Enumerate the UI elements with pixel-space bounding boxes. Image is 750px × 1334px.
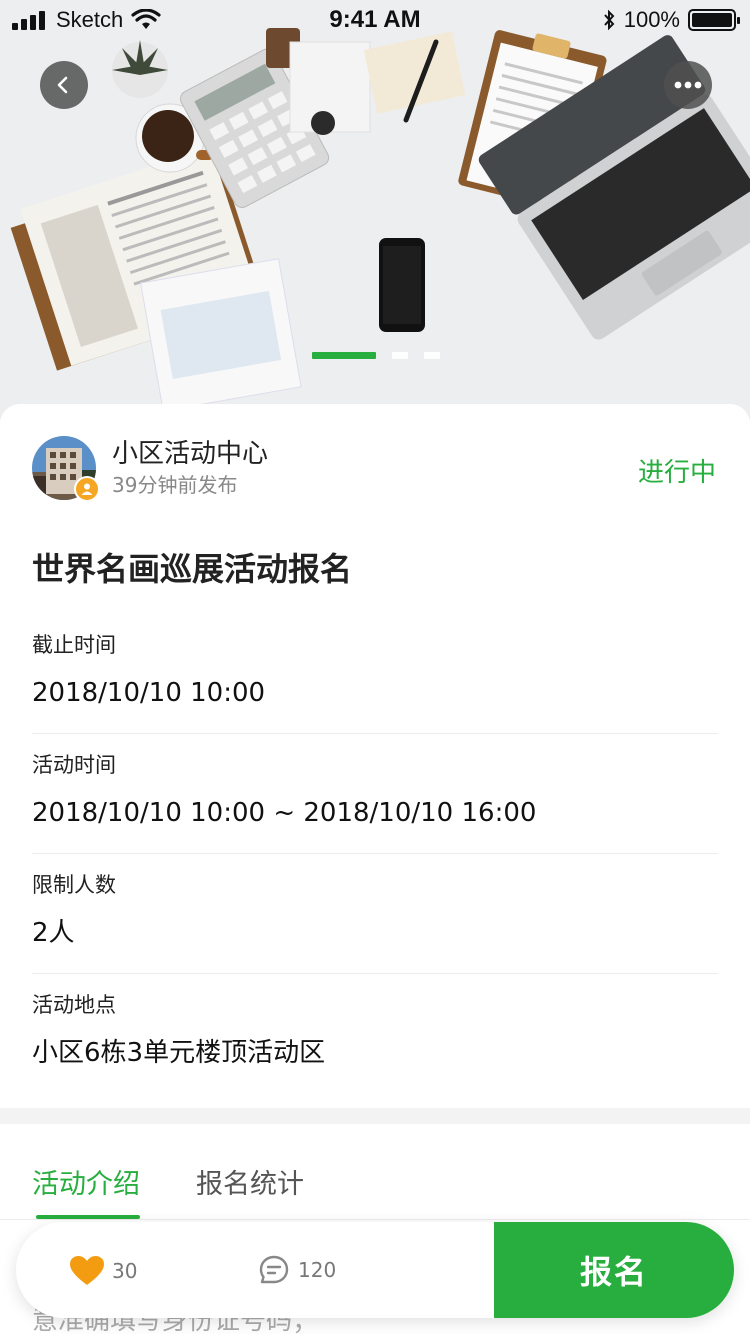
info-value: 2018/10/10 10:00 xyxy=(32,678,266,708)
comment-button[interactable]: 120 xyxy=(258,1254,336,1286)
tab-intro[interactable]: 活动介绍 xyxy=(32,1162,140,1201)
bottom-action-bar: 30 120 报名 xyxy=(16,1222,734,1318)
info-row-limit: 限制人数 2人 xyxy=(32,854,718,974)
carousel-dot-active[interactable] xyxy=(312,352,376,359)
info-value: 2018/10/10 10:00 ~ 2018/10/10 16:00 xyxy=(32,798,537,828)
info-row-location: 活动地点 小区6栋3单元楼顶活动区 xyxy=(32,974,718,1094)
more-dots-icon xyxy=(674,81,702,89)
status-right: 100% xyxy=(602,7,740,33)
wifi-icon xyxy=(131,9,161,29)
tab-stats[interactable]: 报名统计 xyxy=(196,1162,304,1201)
official-badge xyxy=(74,476,100,502)
person-badge-icon xyxy=(81,483,93,495)
info-label: 活动地点 xyxy=(32,993,116,1017)
info-label: 限制人数 xyxy=(32,873,116,897)
comment-count: 120 xyxy=(298,1258,337,1282)
like-count: 30 xyxy=(112,1259,138,1283)
publisher-name: 小区活动中心 xyxy=(112,439,269,469)
event-status-badge: 进行中 xyxy=(637,458,716,488)
battery-icon xyxy=(688,9,740,31)
carousel-indicator[interactable] xyxy=(312,352,440,359)
event-card: 小区活动中心 39分钟前发布 进行中 世界名画巡展活动报名 截止时间 2018/… xyxy=(0,404,750,1108)
event-title: 世界名画巡展活动报名 xyxy=(32,550,353,588)
more-button[interactable] xyxy=(664,61,712,109)
like-button[interactable]: 30 xyxy=(70,1256,137,1286)
bluetooth-icon xyxy=(603,9,615,31)
hero-banner[interactable]: Sketch 9:41 AM 100% xyxy=(0,0,750,420)
status-bar: Sketch 9:41 AM 100% xyxy=(0,0,750,40)
info-row-deadline: 截止时间 2018/10/10 10:00 xyxy=(32,614,718,734)
publisher-text: 小区活动中心 39分钟前发布 xyxy=(112,437,268,499)
publisher-info[interactable]: 小区活动中心 39分钟前发布 xyxy=(32,436,268,502)
tab-bar: 活动介绍 报名统计 xyxy=(0,1124,750,1220)
carousel-dot[interactable] xyxy=(392,352,408,359)
section-divider xyxy=(0,1108,750,1124)
info-label: 截止时间 xyxy=(32,633,116,657)
event-info-list: 截止时间 2018/10/10 10:00 活动时间 2018/10/10 10… xyxy=(32,614,718,1094)
chevron-left-icon xyxy=(57,76,68,94)
battery-percent: 100% xyxy=(623,7,680,32)
carrier-name: Sketch xyxy=(56,7,124,32)
info-value: 2人 xyxy=(32,918,75,948)
publish-time: 39分钟前发布 xyxy=(112,473,238,497)
avatar[interactable] xyxy=(32,436,100,502)
back-button[interactable] xyxy=(40,61,88,109)
signup-button[interactable]: 报名 xyxy=(494,1222,734,1318)
active-tab-indicator xyxy=(36,1215,140,1219)
info-label: 活动时间 xyxy=(32,753,116,777)
status-left: Sketch xyxy=(12,7,161,33)
signal-icon xyxy=(12,11,45,30)
battery-fill xyxy=(692,13,732,27)
heart-icon xyxy=(70,1256,104,1285)
info-row-event-time: 活动时间 2018/10/10 10:00 ~ 2018/10/10 16:00 xyxy=(32,734,718,854)
comment-icon xyxy=(259,1255,289,1284)
carousel-dot[interactable] xyxy=(424,352,440,359)
info-value: 小区6栋3单元楼顶活动区 xyxy=(32,1038,326,1068)
